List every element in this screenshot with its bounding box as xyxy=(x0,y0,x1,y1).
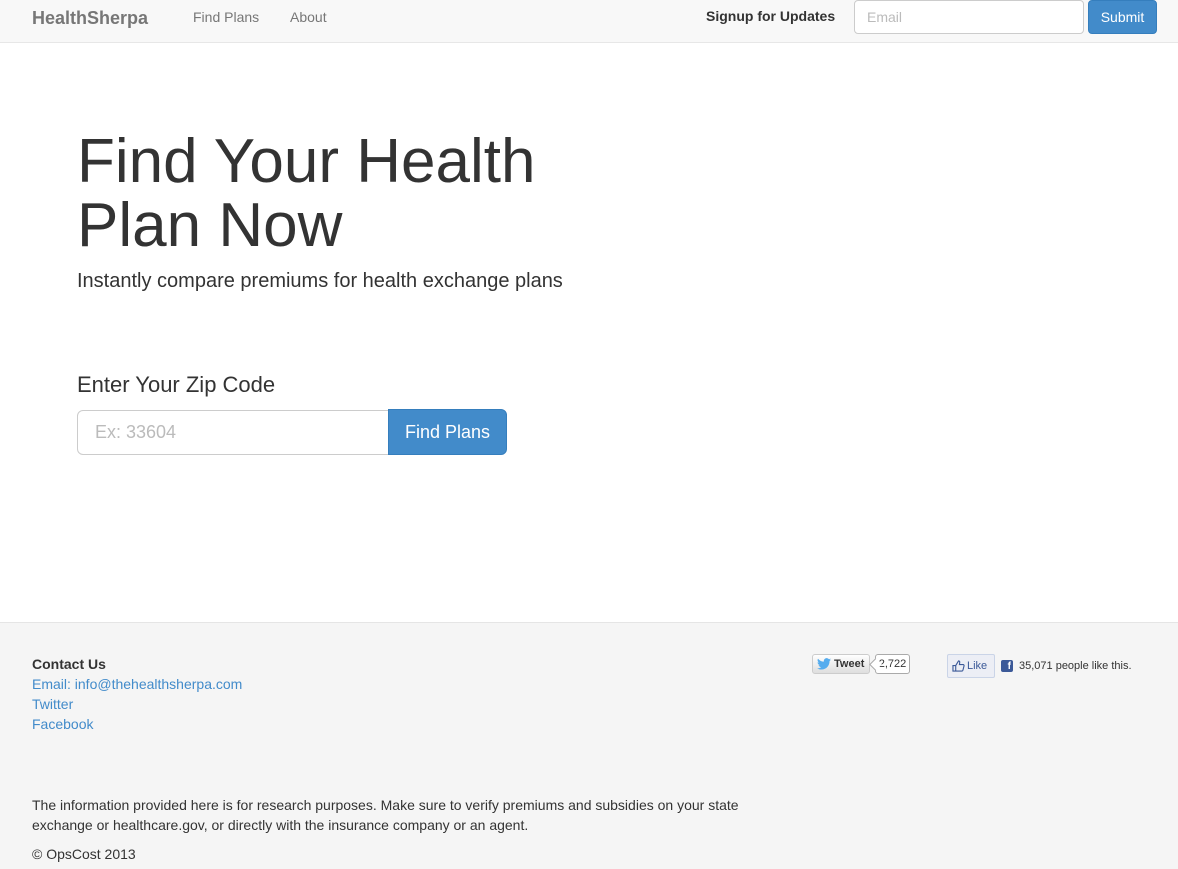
copyright-text: © OpsCost 2013 xyxy=(32,846,136,862)
facebook-link[interactable]: Facebook xyxy=(32,716,93,732)
contact-title: Contact Us xyxy=(32,656,106,672)
facebook-icon: f xyxy=(1001,660,1013,672)
email-link[interactable]: Email: info@thehealthsherpa.com xyxy=(32,676,242,692)
like-count-text: 35,071 people like this. xyxy=(1019,660,1132,672)
thumbs-up-icon xyxy=(952,660,965,672)
twitter-bird-icon xyxy=(817,658,831,670)
tweet-count: 2,722 xyxy=(875,654,910,674)
tweet-label: Tweet xyxy=(834,658,865,670)
signup-label: Signup for Updates xyxy=(706,8,836,24)
zip-label: Enter Your Zip Code xyxy=(77,372,276,397)
hero-title: Find Your Health Plan Now xyxy=(77,127,536,260)
hero-subtitle: Instantly compare premiums for health ex… xyxy=(77,270,563,292)
submit-button[interactable]: Submit xyxy=(1088,0,1157,34)
find-plans-button[interactable]: Find Plans xyxy=(388,409,507,455)
tweet-button[interactable]: Tweet xyxy=(812,654,870,674)
brand-logo[interactable]: HealthSherpa xyxy=(32,8,148,29)
like-label: Like xyxy=(967,660,988,672)
footer: Contact Us Email: info@thehealthsherpa.c… xyxy=(0,622,1178,869)
twitter-link[interactable]: Twitter xyxy=(32,696,73,712)
nav-find-plans[interactable]: Find Plans xyxy=(193,9,259,25)
nav-about[interactable]: About xyxy=(290,9,327,25)
email-input[interactable] xyxy=(854,0,1084,34)
navbar: HealthSherpa Find Plans About Signup for… xyxy=(0,0,1178,43)
zip-input[interactable] xyxy=(77,410,389,455)
disclaimer-text: The information provided here is for res… xyxy=(32,797,739,833)
facebook-like-button[interactable]: Like xyxy=(947,654,995,678)
